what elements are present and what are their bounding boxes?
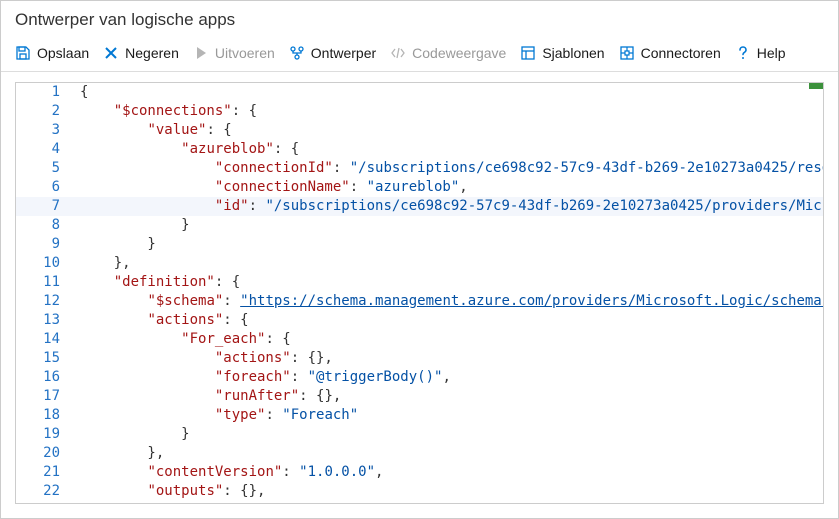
templates-icon xyxy=(520,45,536,61)
code-line[interactable]: 11 "definition": { xyxy=(16,273,823,292)
line-number: 17 xyxy=(16,387,74,406)
code-line[interactable]: 22 "outputs": {}, xyxy=(16,482,823,501)
templates-label: Sjablonen xyxy=(542,45,604,61)
line-number: 8 xyxy=(16,216,74,235)
code-line[interactable]: 7 "id": "/subscriptions/ce698c92-57c9-43… xyxy=(16,197,823,216)
code-content: }, xyxy=(74,444,823,463)
line-number: 10 xyxy=(16,254,74,273)
code-line[interactable]: 2 "$connections": { xyxy=(16,102,823,121)
code-content: "connectionName": "azureblob", xyxy=(74,178,823,197)
code-content: }, xyxy=(74,254,823,273)
discard-button[interactable]: Negeren xyxy=(103,45,179,61)
line-number: 3 xyxy=(16,121,74,140)
code-content: "runAfter": {}, xyxy=(74,387,823,406)
code-line[interactable]: 18 "type": "Foreach" xyxy=(16,406,823,425)
code-content: "outputs": {}, xyxy=(74,482,823,501)
discard-label: Negeren xyxy=(125,45,179,61)
code-lines: 1{2 "$connections": {3 "value": {4 "azur… xyxy=(16,83,823,501)
code-content: "$connections": { xyxy=(74,102,823,121)
toolbar: Opslaan Negeren Uitvoeren Ontwerper Code… xyxy=(1,37,838,72)
code-content: "definition": { xyxy=(74,273,823,292)
line-number: 21 xyxy=(16,463,74,482)
code-content: "actions": { xyxy=(74,311,823,330)
code-content: "azureblob": { xyxy=(74,140,823,159)
help-icon xyxy=(735,45,751,61)
code-line[interactable]: 1{ xyxy=(16,83,823,102)
save-icon xyxy=(15,45,31,61)
line-number: 9 xyxy=(16,235,74,254)
connectors-button[interactable]: Connectoren xyxy=(619,45,721,61)
code-content: "foreach": "@triggerBody()", xyxy=(74,368,823,387)
code-line[interactable]: 16 "foreach": "@triggerBody()", xyxy=(16,368,823,387)
code-content: "value": { xyxy=(74,121,823,140)
code-line[interactable]: 17 "runAfter": {}, xyxy=(16,387,823,406)
line-number: 1 xyxy=(16,83,74,102)
code-line[interactable]: 21 "contentVersion": "1.0.0.0", xyxy=(16,463,823,482)
help-label: Help xyxy=(757,45,786,61)
line-number: 16 xyxy=(16,368,74,387)
connectors-label: Connectoren xyxy=(641,45,721,61)
line-number: 6 xyxy=(16,178,74,197)
templates-button[interactable]: Sjablonen xyxy=(520,45,604,61)
code-line[interactable]: 19 } xyxy=(16,425,823,444)
code-content: { xyxy=(74,83,823,102)
line-number: 7 xyxy=(16,197,74,216)
window-title: Ontwerper van logische apps xyxy=(15,10,235,30)
designer-button[interactable]: Ontwerper xyxy=(289,45,376,61)
codeview-label: Codeweergave xyxy=(412,45,506,61)
overview-ruler-mark xyxy=(809,83,823,89)
designer-label: Ontwerper xyxy=(311,45,376,61)
code-editor[interactable]: 1{2 "$connections": {3 "value": {4 "azur… xyxy=(15,82,824,504)
run-label: Uitvoeren xyxy=(215,45,275,61)
code-content: } xyxy=(74,235,823,254)
code-line[interactable]: 13 "actions": { xyxy=(16,311,823,330)
run-button: Uitvoeren xyxy=(193,45,275,61)
line-number: 19 xyxy=(16,425,74,444)
code-line[interactable]: 9 } xyxy=(16,235,823,254)
line-number: 5 xyxy=(16,159,74,178)
save-label: Opslaan xyxy=(37,45,89,61)
designer-icon xyxy=(289,45,305,61)
close-button[interactable] xyxy=(816,9,824,31)
line-number: 20 xyxy=(16,444,74,463)
line-number: 2 xyxy=(16,102,74,121)
line-number: 11 xyxy=(16,273,74,292)
code-content: "For_each": { xyxy=(74,330,823,349)
code-line[interactable]: 20 }, xyxy=(16,444,823,463)
code-line[interactable]: 6 "connectionName": "azureblob", xyxy=(16,178,823,197)
code-line[interactable]: 10 }, xyxy=(16,254,823,273)
code-line[interactable]: 5 "connectionId": "/subscriptions/ce698c… xyxy=(16,159,823,178)
line-number: 13 xyxy=(16,311,74,330)
discard-icon xyxy=(103,45,119,61)
app-window: Ontwerper van logische apps Opslaan Nege… xyxy=(0,0,839,519)
code-line[interactable]: 12 "$schema": "https://schema.management… xyxy=(16,292,823,311)
code-content: } xyxy=(74,216,823,235)
code-content: "id": "/subscriptions/ce698c92-57c9-43df… xyxy=(74,197,823,216)
connectors-icon xyxy=(619,45,635,61)
code-content: "connectionId": "/subscriptions/ce698c92… xyxy=(74,159,823,178)
codeview-icon xyxy=(390,45,406,61)
save-button[interactable]: Opslaan xyxy=(15,45,89,61)
codeview-button: Codeweergave xyxy=(390,45,506,61)
line-number: 18 xyxy=(16,406,74,425)
code-content: } xyxy=(74,425,823,444)
editor-wrap: 1{2 "$connections": {3 "value": {4 "azur… xyxy=(1,72,838,518)
line-number: 22 xyxy=(16,482,74,501)
line-number: 12 xyxy=(16,292,74,311)
code-line[interactable]: 4 "azureblob": { xyxy=(16,140,823,159)
code-line[interactable]: 15 "actions": {}, xyxy=(16,349,823,368)
run-icon xyxy=(193,45,209,61)
line-number: 15 xyxy=(16,349,74,368)
code-content: "actions": {}, xyxy=(74,349,823,368)
code-line[interactable]: 8 } xyxy=(16,216,823,235)
code-line[interactable]: 3 "value": { xyxy=(16,121,823,140)
code-line[interactable]: 14 "For_each": { xyxy=(16,330,823,349)
help-button[interactable]: Help xyxy=(735,45,786,61)
line-number: 14 xyxy=(16,330,74,349)
line-number: 4 xyxy=(16,140,74,159)
code-content: "$schema": "https://schema.management.az… xyxy=(74,292,823,311)
code-content: "contentVersion": "1.0.0.0", xyxy=(74,463,823,482)
titlebar: Ontwerper van logische apps xyxy=(1,1,838,37)
code-content: "type": "Foreach" xyxy=(74,406,823,425)
